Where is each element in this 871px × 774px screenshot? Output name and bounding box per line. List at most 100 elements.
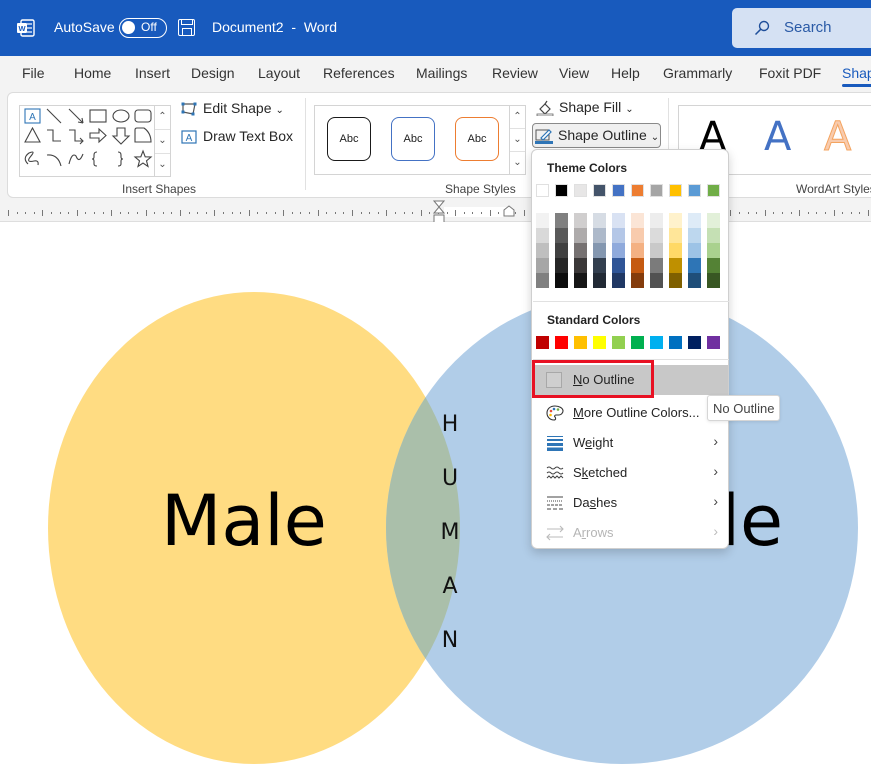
standard-color-swatch[interactable] <box>631 336 644 349</box>
theme-shade-swatch[interactable] <box>650 243 663 258</box>
standard-color-swatch[interactable] <box>612 336 625 349</box>
theme-shade-swatch[interactable] <box>612 213 625 228</box>
tab-foxit-pdf[interactable]: Foxit PDF <box>759 65 821 81</box>
search-box[interactable]: Search <box>732 8 871 48</box>
tab-help[interactable]: Help <box>611 65 640 81</box>
shape-arrow-line-icon[interactable] <box>68 108 84 124</box>
word-logo-icon[interactable]: W <box>16 18 36 38</box>
theme-shade-swatch[interactable] <box>574 228 587 243</box>
theme-shade-swatch[interactable] <box>612 273 625 288</box>
draw-text-box-button[interactable]: A Draw Text Box <box>180 128 293 145</box>
expand-gallery-button[interactable]: ⌄ <box>510 152 525 175</box>
tab-shape-format[interactable]: Shape Format <box>842 65 871 87</box>
shape-line-icon[interactable] <box>46 108 62 124</box>
wordart-preset-2[interactable]: A <box>764 114 791 160</box>
theme-shade-swatch[interactable] <box>631 273 644 288</box>
theme-shade-swatch[interactable] <box>536 243 549 258</box>
shape-outline-button[interactable]: Shape Outline ⌄ <box>532 123 661 148</box>
standard-color-swatch[interactable] <box>650 336 663 349</box>
theme-shade-swatch[interactable] <box>593 228 606 243</box>
shape-flowchart-icon[interactable] <box>134 127 152 143</box>
shape-scribble-icon[interactable] <box>24 151 39 166</box>
dashes-item[interactable]: Dashes › <box>533 488 728 518</box>
expand-gallery-button[interactable]: ⌄ <box>155 154 170 178</box>
tab-insert[interactable]: Insert <box>135 65 170 81</box>
standard-color-swatch[interactable] <box>555 336 568 349</box>
theme-shade-swatch[interactable] <box>688 228 701 243</box>
standard-color-swatch[interactable] <box>574 336 587 349</box>
tab-grammarly[interactable]: Grammarly <box>663 65 732 81</box>
theme-shade-swatch[interactable] <box>707 273 720 288</box>
tab-layout[interactable]: Layout <box>258 65 300 81</box>
shape-rectangle-icon[interactable] <box>89 109 107 123</box>
shape-fill-button[interactable]: Shape Fill ⌄ <box>536 99 634 117</box>
wordart-preset-3[interactable]: A <box>823 114 851 161</box>
theme-shade-swatch[interactable] <box>612 243 625 258</box>
theme-shade-swatch[interactable] <box>555 213 568 228</box>
theme-shade-swatch[interactable] <box>593 243 606 258</box>
weight-item[interactable]: Weight › <box>533 428 728 458</box>
theme-color-swatch[interactable] <box>707 184 720 197</box>
theme-shade-swatch[interactable] <box>707 258 720 273</box>
theme-shade-swatch[interactable] <box>669 258 682 273</box>
theme-color-swatch[interactable] <box>631 184 644 197</box>
shape-arc-icon[interactable] <box>46 154 62 167</box>
scroll-up-button[interactable]: ⌃ <box>155 106 170 130</box>
theme-shade-swatch[interactable] <box>631 258 644 273</box>
theme-shade-swatch[interactable] <box>612 228 625 243</box>
theme-shade-swatch[interactable] <box>574 213 587 228</box>
theme-shade-swatch[interactable] <box>631 243 644 258</box>
standard-color-swatch[interactable] <box>536 336 549 349</box>
standard-color-swatch[interactable] <box>593 336 606 349</box>
shape-rounded-rectangle-icon[interactable] <box>134 109 152 123</box>
shape-elbow-arrow-icon[interactable] <box>69 129 84 145</box>
theme-shade-swatch[interactable] <box>574 258 587 273</box>
theme-shade-swatch[interactable] <box>555 228 568 243</box>
theme-shade-swatch[interactable] <box>555 243 568 258</box>
edit-shape-button[interactable]: Edit Shape ⌄ <box>180 100 284 117</box>
shape-right-brace-icon[interactable] <box>117 151 124 167</box>
scroll-down-button[interactable]: ⌄ <box>155 130 170 154</box>
shape-style-preset-2[interactable]: Abc <box>391 117 435 161</box>
tab-mailings[interactable]: Mailings <box>416 65 467 81</box>
theme-color-swatch[interactable] <box>612 184 625 197</box>
theme-color-swatch[interactable] <box>574 184 587 197</box>
theme-shade-swatch[interactable] <box>669 243 682 258</box>
tab-design[interactable]: Design <box>191 65 235 81</box>
theme-shade-swatch[interactable] <box>707 213 720 228</box>
theme-shade-swatch[interactable] <box>536 273 549 288</box>
standard-color-swatch[interactable] <box>669 336 682 349</box>
theme-shade-swatch[interactable] <box>593 258 606 273</box>
tab-home[interactable]: Home <box>74 65 111 81</box>
theme-shade-swatch[interactable] <box>707 228 720 243</box>
tab-references[interactable]: References <box>323 65 395 81</box>
scroll-down-button[interactable]: ⌄ <box>510 129 525 152</box>
theme-color-swatch[interactable] <box>688 184 701 197</box>
shape-style-preset-3[interactable]: Abc <box>455 117 499 161</box>
shape-star-icon[interactable] <box>133 149 153 168</box>
shape-down-arrow-icon[interactable] <box>111 127 131 145</box>
theme-shade-swatch[interactable] <box>688 258 701 273</box>
shape-oval-icon[interactable] <box>112 109 130 123</box>
theme-shade-swatch[interactable] <box>688 243 701 258</box>
arrows-item[interactable]: Arrows › <box>533 518 728 548</box>
theme-shade-swatch[interactable] <box>593 273 606 288</box>
sketched-item[interactable]: Sketched › <box>533 458 728 488</box>
theme-shade-swatch[interactable] <box>631 213 644 228</box>
theme-color-swatch[interactable] <box>536 184 549 197</box>
theme-color-swatch[interactable] <box>555 184 568 197</box>
more-outline-colors-item[interactable]: More Outline Colors... <box>533 398 728 428</box>
tab-view[interactable]: View <box>559 65 589 81</box>
tab-review[interactable]: Review <box>492 65 538 81</box>
theme-shade-swatch[interactable] <box>650 228 663 243</box>
standard-color-swatch[interactable] <box>707 336 720 349</box>
theme-shade-swatch[interactable] <box>650 258 663 273</box>
standard-color-swatch[interactable] <box>688 336 701 349</box>
theme-color-swatch[interactable] <box>650 184 663 197</box>
theme-shade-swatch[interactable] <box>593 213 606 228</box>
save-icon[interactable] <box>178 19 195 36</box>
shape-left-brace-icon[interactable] <box>91 151 98 167</box>
shape-elbow-connector-icon[interactable] <box>47 129 61 142</box>
tab-file[interactable]: File <box>22 65 45 81</box>
shape-triangle-icon[interactable] <box>24 126 41 143</box>
